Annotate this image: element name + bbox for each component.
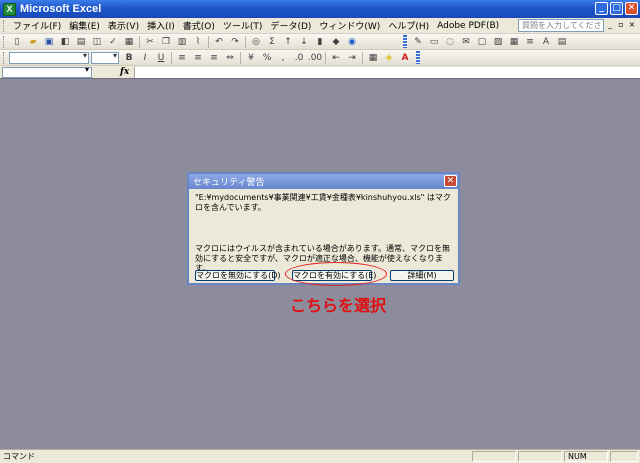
redo-icon[interactable]: ↷ — [228, 36, 242, 48]
comma-icon[interactable]: , — [276, 52, 290, 64]
autosum-icon[interactable]: Σ — [265, 36, 279, 48]
format-toolbar-end-grip[interactable] — [416, 51, 420, 64]
dialog-close-button[interactable]: ✕ — [444, 175, 457, 187]
cut-icon[interactable]: ✂ — [143, 36, 157, 48]
fill-color-icon[interactable]: ◈ — [382, 52, 396, 64]
formula-bar: fx — [0, 65, 640, 78]
undo-icon[interactable]: ↶ — [212, 36, 226, 48]
status-bar: コマンド NUM — [0, 449, 640, 463]
status-num: NUM — [564, 451, 608, 462]
annotation-label: こちらを選択 — [290, 296, 387, 315]
review-icon[interactable]: ✎ — [411, 36, 425, 48]
help-search-input[interactable]: 質問を入力してください — [518, 19, 604, 41]
doc-close-icon[interactable]: × — [627, 20, 637, 31]
formatting-toolbar: B I U ≡ ≡ ≡ ⇔ ¥ % , .0 .00 ⇤ ⇥ ▦ ◈ A — [0, 50, 640, 66]
hyperlink-icon[interactable]: ◎ — [249, 36, 263, 48]
highlight-ellipse — [285, 262, 387, 286]
comment-icon[interactable]: ▭ — [427, 36, 441, 48]
menu-data[interactable]: データ(D) — [266, 19, 315, 32]
align-left-icon[interactable]: ≡ — [175, 52, 189, 64]
standard-toolbar: ▯ ▰ ▣ ◧ ▤ ◫ ✓ ▦ ✂ ❐ ▥ ⌇ ↶ ↷ ◎ Σ ↑ ↓ ▮ ◆ … — [0, 34, 640, 50]
details-button[interactable]: 詳細(M) — [390, 270, 454, 281]
menu-file[interactable]: ファイル(F) — [9, 19, 65, 32]
font-color-icon[interactable]: A — [398, 52, 412, 64]
maximize-button[interactable]: □ — [610, 2, 623, 15]
picture-icon[interactable]: ▨ — [491, 36, 505, 48]
dialog-title: セキュリティ警告 — [193, 178, 265, 188]
menu-help[interactable]: ヘルプ(H) — [384, 19, 433, 32]
shape-icon[interactable]: ▢ — [475, 36, 489, 48]
formula-input[interactable] — [134, 66, 640, 78]
name-box[interactable] — [2, 65, 92, 78]
font-color-a-icon[interactable]: A — [539, 36, 553, 48]
merge-center-icon[interactable]: ⇔ — [223, 52, 237, 64]
menu-view[interactable]: 表示(V) — [104, 19, 143, 32]
copy-icon[interactable]: ❐ — [159, 36, 173, 48]
font-size-select[interactable] — [91, 51, 119, 64]
status-mode: コマンド — [3, 452, 35, 461]
decrease-decimal-icon[interactable]: .00 — [308, 52, 322, 64]
italic-icon[interactable]: I — [138, 52, 152, 64]
spelling-icon[interactable]: ✓ — [106, 36, 120, 48]
doc-minimize-icon[interactable]: _ — [605, 20, 615, 31]
menu-adobe-pdf[interactable]: Adobe PDF(B) — [433, 21, 503, 31]
currency-icon[interactable]: ¥ — [244, 52, 258, 64]
open-folder-icon[interactable]: ▰ — [26, 36, 40, 48]
decrease-indent-icon[interactable]: ⇤ — [329, 52, 343, 64]
menu-bar: ファイル(F) 編集(E) 表示(V) 挿入(I) 書式(O) ツール(T) デ… — [0, 18, 640, 41]
dialog-file-message: "E:¥mydocuments¥事業関連¥工賃¥金種表¥kinshuhyou.x… — [195, 193, 451, 212]
print-preview-icon[interactable]: ◫ — [90, 36, 104, 48]
chart-wizard-icon[interactable]: ▮ — [313, 36, 327, 48]
dialog-title-bar: セキュリティ警告 ✕ — [189, 174, 458, 189]
print-icon[interactable]: ▤ — [74, 36, 88, 48]
menu-grip[interactable] — [3, 19, 6, 32]
menu-insert[interactable]: 挿入(I) — [143, 19, 179, 32]
format-toolbar-grip[interactable] — [3, 51, 6, 64]
table-icon[interactable]: ▤ — [555, 36, 569, 48]
minimize-button[interactable]: _ — [595, 2, 608, 15]
drawing-icon[interactable]: ◆ — [329, 36, 343, 48]
save-icon[interactable]: ▣ — [42, 36, 56, 48]
align-icon[interactable]: ≡ — [523, 36, 537, 48]
menu-format[interactable]: 書式(O) — [179, 19, 219, 32]
borders-icon[interactable]: ▦ — [366, 52, 380, 64]
font-name-select[interactable] — [9, 51, 89, 64]
paste-icon[interactable]: ▥ — [175, 36, 189, 48]
percent-icon[interactable]: % — [260, 52, 274, 64]
increase-decimal-icon[interactable]: .0 — [292, 52, 306, 64]
title-bar: X Microsoft Excel _ □ ✕ — [0, 0, 640, 18]
excel-app-icon: X — [3, 2, 16, 16]
help-icon[interactable]: ◉ — [345, 36, 359, 48]
disable-macros-button[interactable]: マクロを無効にする(D) — [195, 270, 280, 281]
research-icon[interactable]: ▦ — [122, 36, 136, 48]
bold-icon[interactable]: B — [122, 52, 136, 64]
window-title: Microsoft Excel — [20, 3, 102, 15]
status-cell-2 — [518, 451, 562, 462]
status-cell-1 — [472, 451, 516, 462]
toolbar-grip[interactable] — [3, 35, 6, 48]
menu-window[interactable]: ウィンドウ(W) — [315, 19, 384, 32]
pdf-toolbar-grip[interactable] — [403, 35, 407, 48]
align-center-icon[interactable]: ≡ — [191, 52, 205, 64]
menu-tools[interactable]: ツール(T) — [219, 19, 267, 32]
underline-icon[interactable]: U — [154, 52, 168, 64]
grid-icon[interactable]: ▦ — [507, 36, 521, 48]
mail-icon[interactable]: ✉ — [459, 36, 473, 48]
close-window-button[interactable]: ✕ — [625, 2, 638, 15]
format-painter-icon[interactable]: ⌇ — [191, 36, 205, 48]
increase-indent-icon[interactable]: ⇥ — [345, 52, 359, 64]
track-icon[interactable]: ◌ — [443, 36, 457, 48]
permission-icon[interactable]: ◧ — [58, 36, 72, 48]
align-right-icon[interactable]: ≡ — [207, 52, 221, 64]
status-cell-4 — [610, 451, 638, 462]
new-file-icon[interactable]: ▯ — [10, 36, 24, 48]
menu-edit[interactable]: 編集(E) — [65, 19, 104, 32]
sort-ascending-icon[interactable]: ↑ — [281, 36, 295, 48]
sort-descending-icon[interactable]: ↓ — [297, 36, 311, 48]
insert-function-icon[interactable]: fx — [120, 67, 134, 77]
doc-restore-icon[interactable]: ▫ — [616, 20, 626, 31]
